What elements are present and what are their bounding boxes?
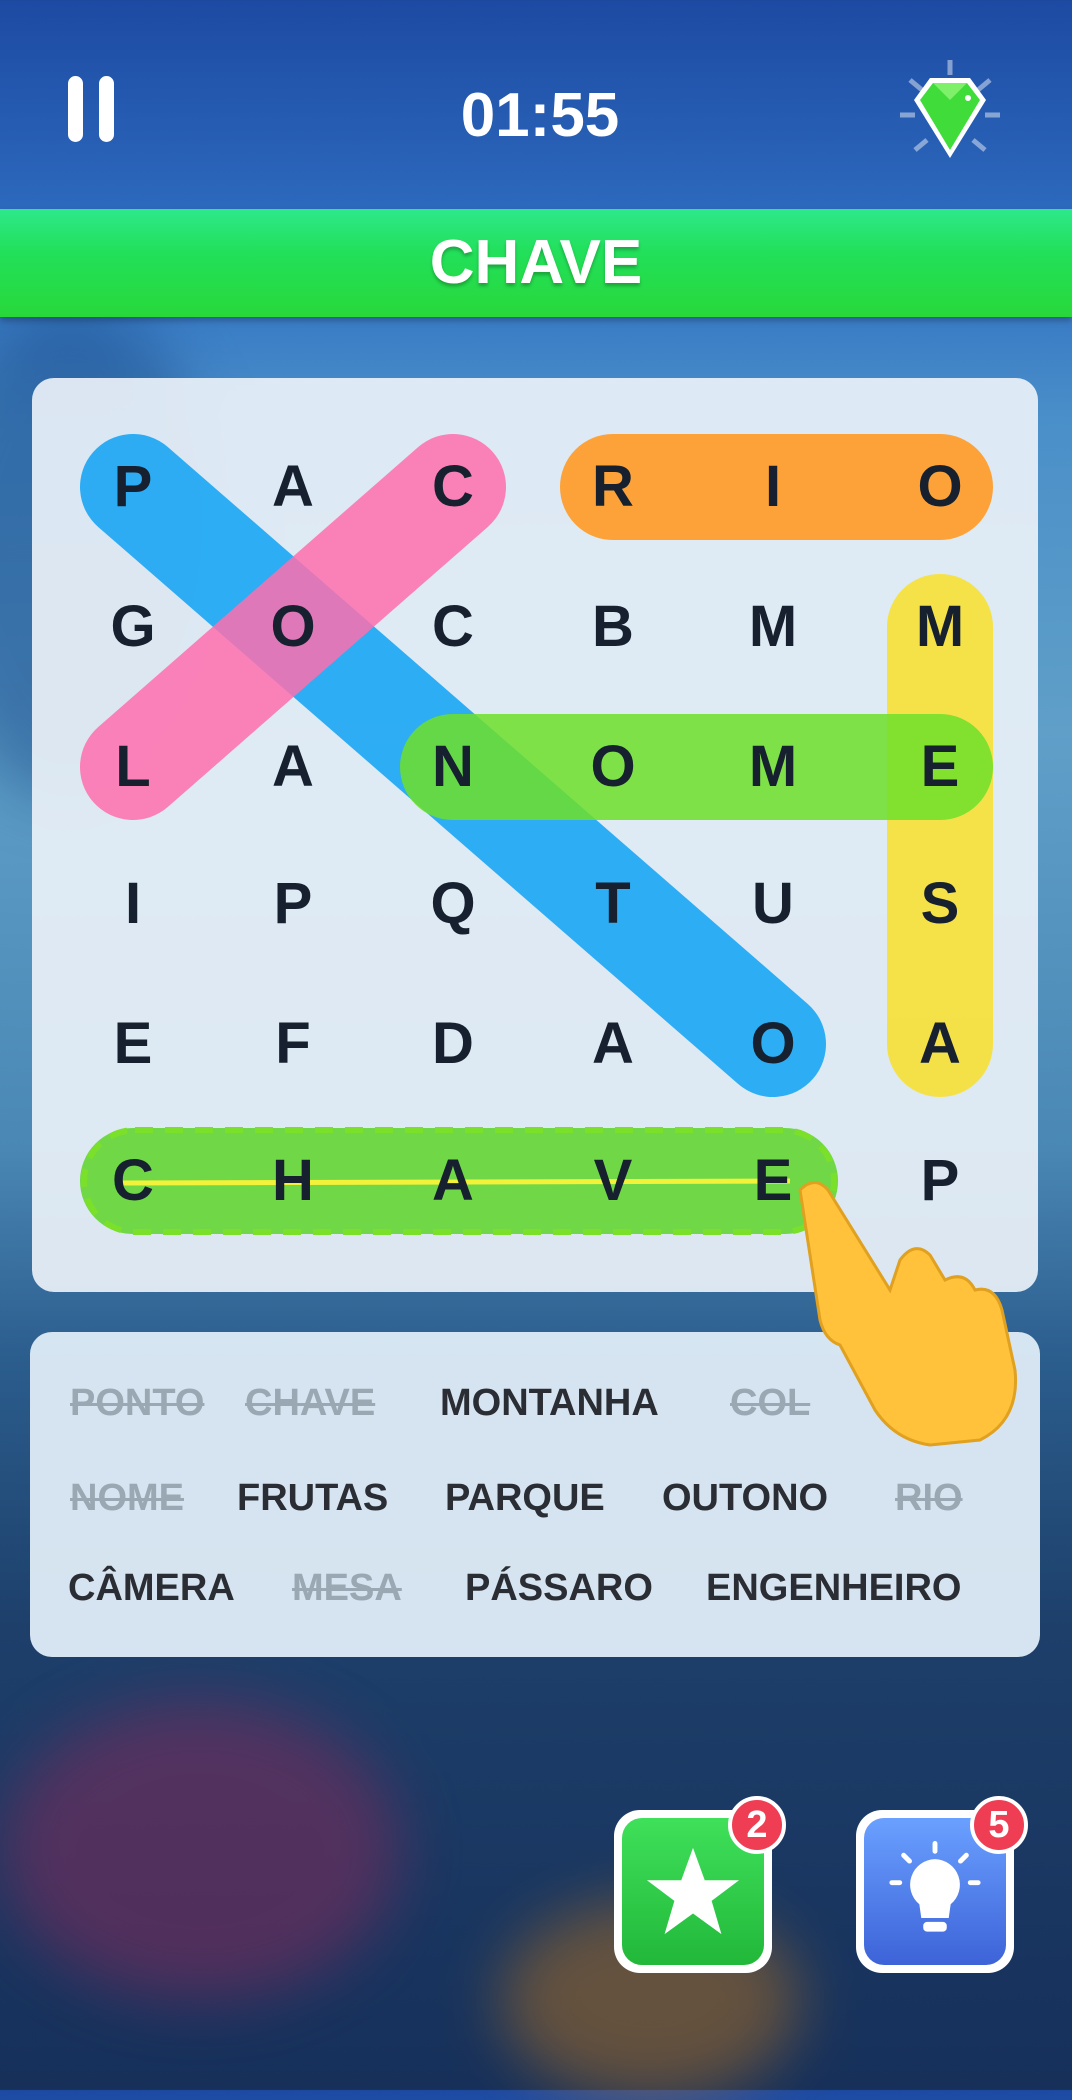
word-list-item: PARQUE [445, 1477, 605, 1519]
grid-letter[interactable]: N [398, 712, 508, 822]
grid-letter[interactable]: O [718, 989, 828, 1099]
grid-letter[interactable]: C [398, 572, 508, 682]
grid-letter[interactable]: O [885, 432, 995, 542]
grid-letter[interactable]: P [238, 849, 348, 959]
star-powerup-button[interactable]: 2 [614, 1796, 786, 1973]
grid-letter[interactable]: P [78, 432, 188, 542]
grid-letter[interactable]: S [885, 849, 995, 959]
lightbulb-icon [889, 1841, 981, 1932]
grid-letter[interactable]: M [718, 572, 828, 682]
grid-letter[interactable]: M [885, 572, 995, 682]
word-list-item: RIO [895, 1477, 963, 1519]
word-list-item: OUTONO [662, 1477, 829, 1519]
grid-letter[interactable]: I [718, 432, 828, 542]
star-count-badge: 2 [728, 1796, 786, 1854]
grid-letter[interactable]: H [238, 1126, 348, 1236]
grid-letter[interactable]: Q [398, 849, 508, 959]
word-list-item: NOME [70, 1477, 184, 1519]
grid-letter[interactable]: V [558, 1126, 668, 1236]
word-list-item: PONTO [70, 1382, 205, 1424]
grid-letter[interactable]: B [558, 572, 668, 682]
letter-grid[interactable]: PACRIOGOCBMMLANOMEIPQTUSEFDAOACHAVEP [32, 378, 1038, 1292]
grid-letter[interactable]: E [885, 712, 995, 822]
grid-letter[interactable]: F [238, 989, 348, 1099]
grid-letter[interactable]: A [885, 989, 995, 1099]
grid-letter[interactable]: D [398, 989, 508, 1099]
word-list-item: CÂMERA [68, 1567, 235, 1609]
word-list-item: MONTANHA [440, 1382, 659, 1424]
word-list-item: FRUTAS [237, 1477, 389, 1519]
grid-letter[interactable]: A [238, 432, 348, 542]
grid-letter[interactable]: O [558, 712, 668, 822]
word-list-item: ENGENHEIRO [706, 1567, 962, 1609]
grid-letter[interactable]: A [398, 1126, 508, 1236]
grid-letter[interactable]: U [718, 849, 828, 959]
grid-letter[interactable]: A [238, 712, 348, 822]
grid-letter[interactable]: R [558, 432, 668, 542]
grid-letter[interactable]: C [398, 432, 508, 542]
grid-letter[interactable]: L [78, 712, 188, 822]
grid-letter[interactable]: O [238, 572, 348, 682]
grid-letter[interactable]: G [78, 572, 188, 682]
star-icon [646, 1847, 740, 1935]
grid-letter[interactable]: E [78, 989, 188, 1099]
background-coral [0, 1700, 400, 2000]
grid-letter[interactable]: A [558, 989, 668, 1099]
word-list-item: CHAVE [245, 1382, 376, 1424]
word-list-item: MESA [292, 1567, 402, 1609]
hint-powerup-button[interactable]: 5 [856, 1796, 1028, 1973]
grid-letter[interactable]: T [558, 849, 668, 959]
grid-letter[interactable]: I [78, 849, 188, 959]
grid-letter[interactable]: C [78, 1126, 188, 1236]
word-list-item: PÁSSARO [465, 1567, 653, 1609]
hand-pointer-icon [798, 1181, 1018, 1447]
hint-count-badge: 5 [970, 1796, 1028, 1854]
grid-letter[interactable]: M [718, 712, 828, 822]
